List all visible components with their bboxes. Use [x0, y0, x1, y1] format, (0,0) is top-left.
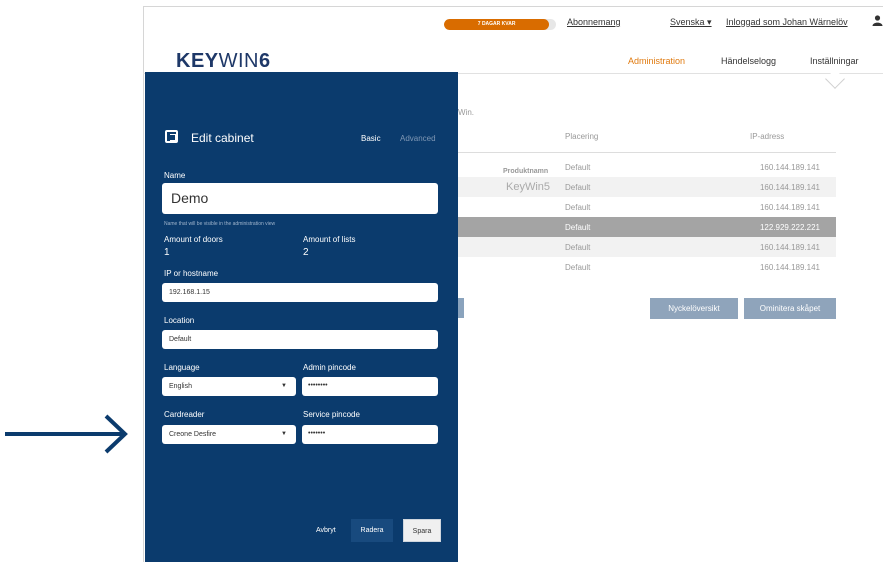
table-row[interactable]: Default 160.144.189.141: [458, 257, 836, 277]
ip-label: IP or hostname: [164, 269, 219, 278]
cell-ip: 160.144.189.141: [759, 263, 820, 272]
right-arrow-icon: [5, 414, 128, 454]
logged-in-user-link[interactable]: Inloggad som Johan Wärnelöv: [726, 17, 848, 27]
language-selector[interactable]: Svenska ▾: [670, 17, 712, 28]
divider: [143, 6, 144, 562]
cell-ip: 160.144.189.141: [759, 183, 820, 192]
logo-text: 6: [259, 50, 271, 72]
cell-location: Default: [565, 183, 591, 192]
nav-settings[interactable]: Inställningar: [810, 56, 859, 66]
cell-location: Default: [565, 243, 591, 252]
edit-cabinet-modal: Edit cabinet Basic Advanced Name Demo Na…: [145, 72, 458, 562]
service-pin-field[interactable]: •••••••: [302, 425, 438, 444]
ip-field[interactable]: 192.168.1.15: [162, 283, 438, 302]
lists-value: 2: [303, 247, 309, 258]
cell-ip: 160.144.189.141: [759, 203, 820, 212]
nav-administration[interactable]: Administration: [628, 56, 685, 66]
subscription-link[interactable]: Abonnemang: [567, 17, 621, 27]
table-row-selected[interactable]: Default 122.929.222.221: [458, 217, 836, 237]
location-field[interactable]: Default: [162, 330, 438, 349]
product-name-label: Produktnamn: [503, 168, 549, 175]
name-field[interactable]: Demo: [162, 183, 438, 214]
doors-value: 1: [164, 247, 170, 258]
tab-advanced[interactable]: Advanced: [400, 134, 436, 143]
cardreader-label: Cardreader: [164, 410, 205, 419]
column-header-location: Placering: [565, 132, 599, 141]
keywin-logo: KEYWIN6: [176, 50, 271, 73]
trial-badge: 7 DAGAR KVAR: [444, 19, 550, 30]
cell-location: Default: [565, 203, 591, 212]
language-select[interactable]: English ▼: [162, 377, 296, 396]
table-row[interactable]: Default 160.144.189.141: [458, 197, 836, 217]
cancel-button[interactable]: Avbryt: [316, 519, 336, 542]
dropdown-arrow-icon: ▼: [281, 383, 287, 389]
trial-progress-bar: 7 DAGAR KVAR: [444, 19, 556, 30]
dropdown-arrow-icon: ▼: [281, 431, 287, 437]
language-label: Language: [164, 363, 200, 372]
cell-ip: 122.929.222.221: [759, 223, 820, 232]
cabinet-icon: [165, 130, 178, 143]
key-overview-button[interactable]: Nyckelöversikt: [650, 298, 738, 319]
user-icon[interactable]: [872, 15, 883, 26]
cardreader-select[interactable]: Creone Desfire ▼: [162, 425, 296, 444]
divider: [458, 152, 836, 153]
cardreader-select-value: Creone Desfire: [169, 431, 217, 438]
service-pin-label: Service pincode: [303, 410, 360, 419]
cell-ip: 160.144.189.141: [759, 163, 820, 172]
language-select-value: English: [169, 383, 192, 390]
lists-label: Amount of lists: [303, 235, 356, 244]
save-button[interactable]: Spara: [403, 519, 441, 542]
logo-text: KEY: [176, 50, 219, 72]
divider: [143, 6, 883, 7]
admin-pin-field[interactable]: ••••••••: [302, 377, 438, 396]
column-header-ip: IP-adress: [750, 132, 785, 141]
cell-location: Default: [565, 223, 591, 232]
cell-location: Default: [565, 263, 591, 272]
admin-pin-label: Admin pincode: [303, 363, 356, 372]
reinitialize-cabinet-button[interactable]: Ominitera skåpet: [744, 298, 836, 319]
tab-basic[interactable]: Basic: [361, 134, 381, 143]
name-help-text: Name that will be visible in the adminis…: [164, 221, 276, 227]
delete-button[interactable]: Radera: [351, 519, 393, 542]
logo-text: WIN: [218, 50, 260, 72]
cell-ip: 160.144.189.141: [759, 243, 820, 252]
name-label: Name: [164, 171, 186, 180]
cell-location: Default: [565, 163, 591, 172]
description-fragment: Win.: [458, 108, 474, 117]
product-name-value: KeyWin5: [506, 181, 551, 193]
screen: 7 DAGAR KVAR Abonnemang Svenska ▾ Inlogg…: [0, 0, 883, 562]
doors-label: Amount of doors: [164, 235, 223, 244]
location-label: Location: [164, 316, 195, 325]
nav-event-log[interactable]: Händelselogg: [721, 56, 776, 66]
modal-title: Edit cabinet: [191, 131, 254, 145]
table-row[interactable]: Default 160.144.189.141: [458, 237, 836, 257]
